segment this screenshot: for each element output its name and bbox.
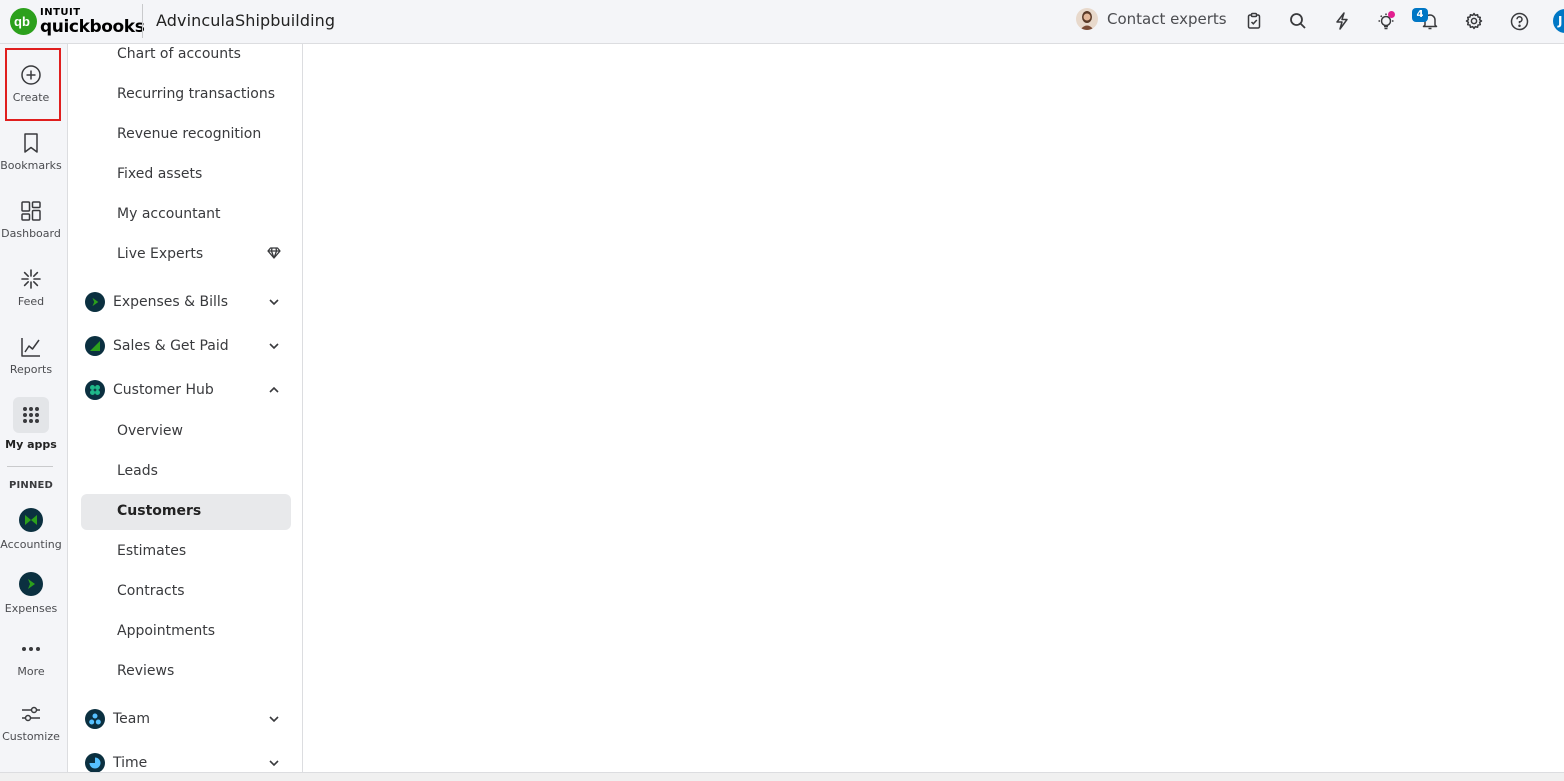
expert-avatar [1076, 8, 1098, 30]
group-label-customer-hub: Customer Hub [113, 382, 214, 398]
chevron-down-icon [269, 343, 279, 350]
help-icon[interactable] [1508, 10, 1530, 32]
chevron-down-icon [269, 299, 279, 306]
diamond-icon [267, 247, 281, 259]
notification-dot [1388, 11, 1395, 18]
chevron-down-icon [269, 716, 279, 723]
rail-reports-label: Reports [9, 363, 53, 376]
contact-experts-button[interactable]: Contact experts [1076, 8, 1227, 30]
group-label-team: Team [113, 711, 151, 727]
nav-group-team[interactable]: Team [85, 709, 285, 731]
nav-group-expenses-bills[interactable]: Expenses & Bills [85, 292, 285, 314]
rail-dashboard-label: Dashboard [1, 227, 61, 240]
nav-estimates[interactable]: Estimates [117, 542, 186, 560]
svg-text:qb: qb [14, 14, 30, 29]
rail-dashboard[interactable]: Dashboard [0, 198, 62, 240]
nav-revenue-recognition[interactable]: Revenue recognition [117, 125, 261, 143]
lightning-icon[interactable] [1331, 10, 1353, 32]
rail-bookmarks-label: Bookmarks [0, 159, 62, 172]
rail-accounting[interactable]: Accounting [0, 508, 62, 551]
chevron-up-icon [269, 386, 279, 393]
main-content-area [303, 44, 1564, 772]
pinned-heading: PINNED [8, 480, 54, 491]
dashboard-icon [21, 201, 41, 221]
rail-my-apps[interactable]: My apps [0, 397, 62, 451]
more-icon [22, 647, 40, 651]
time-app-icon [85, 753, 105, 772]
user-avatar[interactable]: J [1553, 9, 1564, 33]
rail-more-label: More [17, 665, 45, 678]
gear-icon[interactable] [1463, 10, 1485, 32]
brand-quickbooks: quickbooks [40, 16, 145, 37]
rail-expenses-label: Expenses [4, 602, 58, 615]
accounting-app-icon [19, 508, 43, 532]
top-bar: qb INTUIT quickbooks AdvinculaShipbuildi… [0, 0, 1564, 44]
rail-customize-label: Customize [2, 730, 60, 743]
rail-create[interactable]: Create [0, 62, 62, 104]
group-label-time: Time [113, 755, 148, 771]
nav-overview[interactable]: Overview [117, 422, 183, 440]
rail-reports[interactable]: Reports [0, 334, 62, 376]
rail-expenses[interactable]: Expenses [0, 572, 62, 615]
feed-icon [21, 269, 41, 289]
rail-more[interactable]: More [0, 636, 62, 678]
customer-hub-app-icon [85, 380, 105, 400]
nav-contracts[interactable]: Contracts [117, 582, 185, 600]
nav-appointments[interactable]: Appointments [117, 622, 215, 640]
nav-group-sales-get-paid[interactable]: Sales & Get Paid [85, 336, 285, 358]
nav-customers[interactable]: Customers [117, 502, 201, 520]
expenses-app-icon [85, 292, 105, 312]
qb-logo-icon: qb [10, 7, 37, 35]
group-label-sales-get-paid: Sales & Get Paid [113, 338, 229, 354]
rail-my-apps-label: My apps [5, 438, 57, 451]
team-app-icon [85, 709, 105, 729]
apps-grid-icon [13, 397, 49, 433]
sub-navigation: Chart of accounts Recurring transactions… [69, 44, 303, 772]
nav-chart-of-accounts[interactable]: Chart of accounts [117, 45, 241, 63]
contact-experts-label: Contact experts [1107, 10, 1227, 28]
nav-my-accountant[interactable]: My accountant [117, 205, 221, 223]
rail-bookmarks[interactable]: Bookmarks [0, 130, 62, 172]
nav-reviews[interactable]: Reviews [117, 662, 174, 680]
group-label-expenses-bills: Expenses & Bills [113, 294, 229, 310]
rail-feed-label: Feed [17, 295, 45, 308]
bookmark-icon [24, 133, 38, 153]
rail-divider [7, 466, 53, 467]
expenses-app-icon [19, 572, 43, 596]
search-icon[interactable] [1287, 10, 1309, 32]
nav-fixed-assets[interactable]: Fixed assets [117, 165, 202, 183]
company-name[interactable]: AdvinculaShipbuilding [156, 11, 335, 30]
quickbooks-logo[interactable]: qb INTUIT quickbooks [10, 5, 145, 37]
sliders-icon [22, 706, 40, 722]
sales-app-icon [85, 336, 105, 356]
notifications-count-badge: 4 [1412, 8, 1428, 22]
nav-group-customer-hub[interactable]: Customer Hub [85, 380, 285, 402]
plus-circle-icon [21, 65, 41, 85]
rail-accounting-label: Accounting [0, 538, 62, 551]
nav-group-time[interactable]: Time [85, 753, 285, 772]
topbar-divider [142, 4, 143, 38]
rail-feed[interactable]: Feed [0, 266, 62, 308]
nav-leads[interactable]: Leads [117, 462, 158, 480]
chevron-down-icon [269, 760, 279, 767]
nav-live-experts[interactable]: Live Experts [117, 245, 203, 263]
left-rail: Create Bookmarks Dashboard Feed Reports … [0, 44, 68, 772]
rail-customize[interactable]: Customize [0, 701, 62, 743]
clipboard-icon[interactable] [1243, 10, 1265, 32]
brand-intuit: INTUIT [40, 6, 81, 18]
reports-icon [21, 338, 40, 357]
nav-recurring-transactions[interactable]: Recurring transactions [117, 85, 275, 103]
rail-create-label: Create [12, 91, 50, 104]
